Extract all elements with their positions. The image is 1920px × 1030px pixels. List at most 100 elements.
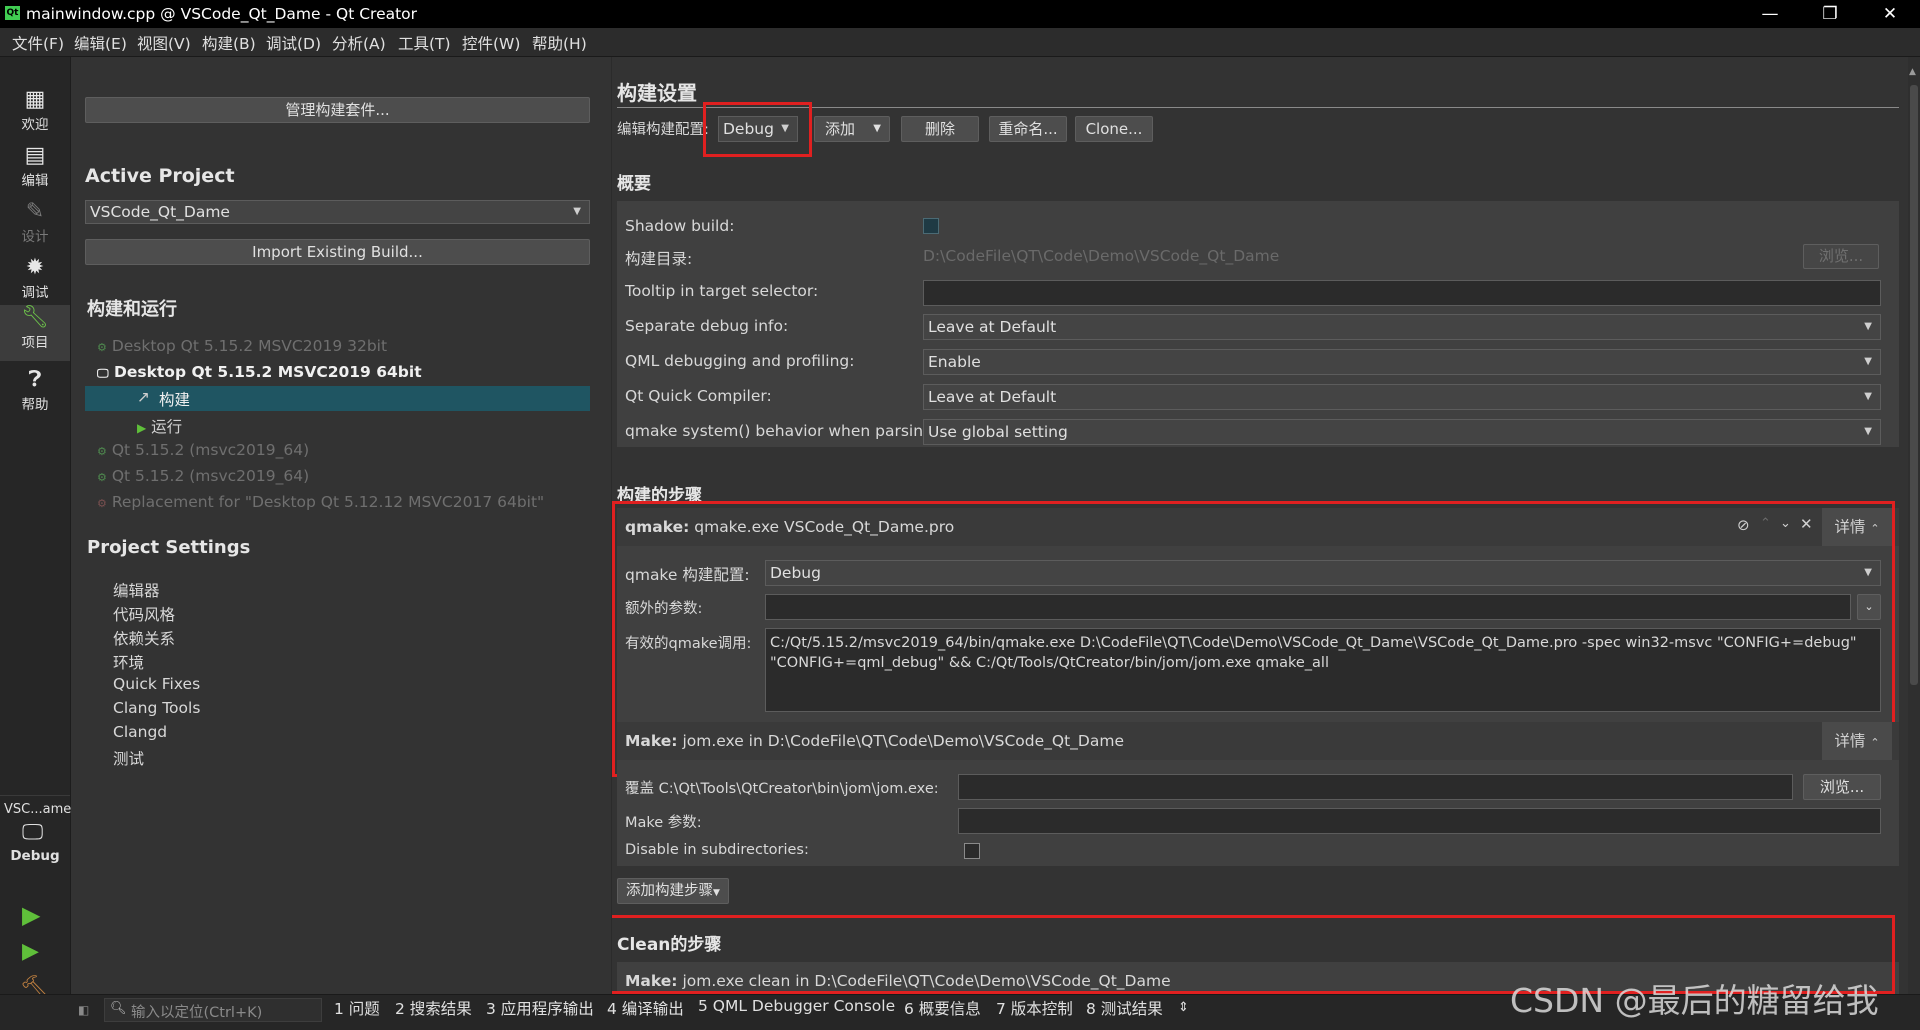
quick-compiler-label: Qt Quick Compiler: [625, 387, 772, 405]
menu-build[interactable]: 构建(B) [202, 32, 256, 54]
settings-item-quick-fixes[interactable]: Quick Fixes [113, 675, 200, 693]
qml-debug-combo[interactable]: Enable ▼ [923, 349, 1881, 375]
chevron-down-icon: ▼ [573, 206, 581, 217]
menu-help[interactable]: 帮助(H) [532, 32, 587, 54]
make-args-input[interactable] [958, 808, 1881, 834]
active-project-combo[interactable]: VSCode_Qt_Dame ▼ [85, 200, 590, 224]
settings-item-environment[interactable]: 环境 [113, 651, 144, 673]
kit-item[interactable]: ⚙︎ Replacement for "Desktop Qt 5.12.12 M… [97, 493, 544, 511]
build-dir-value: D:\CodeFile\QT\Code\Demo\VSCode_Qt_Dame [923, 247, 1280, 265]
settings-item-clangd[interactable]: Clangd [113, 723, 167, 741]
mode-debug[interactable]: ✹ 调试 [0, 255, 70, 309]
shadow-build-label: Shadow build: [625, 217, 735, 235]
make-step-summary: Make: jom.exe in D:\CodeFile\QT\Code\Dem… [625, 732, 1124, 750]
menu-controls[interactable]: 控件(W) [462, 32, 520, 54]
build-item-selected[interactable]: ↗ 构建 [85, 386, 590, 411]
mode-help[interactable]: ❓︎ 帮助 [0, 367, 70, 421]
details-label: 详情 [1834, 732, 1866, 750]
output-tab-general-messages[interactable]: 6 概要信息 [904, 997, 981, 1019]
more-tabs-icon[interactable]: ⇕ [1178, 1000, 1189, 1015]
kit-item[interactable]: ⚙︎ Qt 5.15.2 (msvc2019_64) [97, 467, 309, 485]
step-command-label: jom.exe in D:\CodeFile\QT\Code\Demo\VSCo… [682, 732, 1124, 750]
clone-config-button[interactable]: Clone... [1075, 116, 1153, 142]
settings-item-testing[interactable]: 测试 [113, 747, 144, 769]
kit-item[interactable]: ⚙︎ Desktop Qt 5.15.2 MSVC2019 32bit [97, 337, 387, 355]
menu-tools[interactable]: 工具(T) [398, 32, 451, 54]
add-config-button[interactable]: 添加 ▼ [814, 116, 890, 142]
mode-welcome[interactable]: ▦ 欢迎 [0, 87, 70, 141]
settings-item-editor[interactable]: 编辑器 [113, 579, 160, 601]
output-tab-application-output[interactable]: 3 应用程序输出 [486, 997, 594, 1019]
kit-gear-icon: ⚙︎ [97, 341, 107, 354]
menu-edit[interactable]: 编辑(E) [74, 32, 127, 54]
add-build-step-button[interactable]: 添加构建步骤▼ [617, 878, 729, 904]
add-build-step-label: 添加构建步骤 [626, 883, 714, 899]
remove-config-button[interactable]: 删除 [901, 116, 979, 142]
quick-compiler-combo[interactable]: Leave at Default ▼ [923, 384, 1881, 410]
settings-item-clang-tools[interactable]: Clang Tools [113, 699, 200, 717]
output-tab-qml-debugger[interactable]: 5 QML Debugger Console [698, 997, 895, 1015]
import-existing-build-button[interactable]: Import Existing Build... [85, 239, 590, 265]
output-tab-test-results[interactable]: 8 测试结果 [1086, 997, 1163, 1019]
menu-view[interactable]: 视图(V) [137, 32, 191, 54]
mode-edit[interactable]: ▤ 编辑 [0, 143, 70, 197]
chevron-down-icon: ▼ [1864, 391, 1872, 402]
qt-logo-icon: Qt [5, 6, 20, 20]
build-settings-panel: 构建设置 编辑构建配置: Debug ▼ 添加 ▼ 删除 重命名... Clon… [612, 57, 1908, 994]
toggle-sidebar-icon[interactable]: ◧ [78, 1003, 89, 1017]
monitor-icon: 🖵︎ [97, 366, 109, 380]
kit-item-active[interactable]: 🖵︎ Desktop Qt 5.15.2 MSVC2019 64bit [97, 363, 422, 381]
mode-projects[interactable]: 🔧︎ 项目 [0, 305, 70, 361]
menu-file[interactable]: 文件(F) [12, 32, 64, 54]
qml-debug-label: QML debugging and profiling: [625, 352, 855, 370]
menu-analyze[interactable]: 分析(A) [332, 32, 386, 54]
details-toggle[interactable]: 详情 ⌃ [1822, 722, 1892, 760]
scrollbar-thumb[interactable] [1910, 85, 1918, 685]
settings-item-code-style[interactable]: 代码风格 [113, 603, 175, 625]
browse-button[interactable]: 浏览... [1803, 774, 1881, 800]
tooltip-input[interactable] [923, 280, 1881, 306]
document-icon: ▤ [24, 143, 46, 168]
shadow-build-checkbox[interactable] [923, 218, 939, 234]
run-item[interactable]: ▶ 运行 [137, 415, 182, 437]
make-step: Make: jom.exe in D:\CodeFile\QT\Code\Dem… [617, 722, 1899, 866]
mode-design[interactable]: ✎ 设计 [0, 199, 70, 253]
locator-placeholder: 输入以定位(Ctrl+K) [131, 1005, 263, 1021]
add-config-label: 添加 [825, 120, 856, 138]
make-args-label: Make 参数: [625, 815, 702, 831]
quick-compiler-value: Leave at Default [928, 388, 1057, 406]
output-tab-issues[interactable]: 1 问题 [334, 997, 380, 1019]
kit-project-name: VSC...ame [4, 802, 72, 817]
locator-input[interactable]: 🔍︎ 输入以定位(Ctrl+K) [104, 998, 322, 1022]
restore-button[interactable]: ❐ [1800, 0, 1860, 28]
output-tab-version-control[interactable]: 7 版本控制 [996, 997, 1073, 1019]
minimize-button[interactable]: — [1740, 0, 1800, 28]
vertical-scrollbar[interactable]: ▲ [1908, 57, 1920, 994]
output-tab-compile-output[interactable]: 4 编译输出 [607, 997, 684, 1019]
rename-config-button[interactable]: 重命名... [989, 116, 1067, 142]
settings-item-dependencies[interactable]: 依赖关系 [113, 627, 175, 649]
run-item-label: 运行 [151, 418, 183, 436]
separate-debug-combo[interactable]: Leave at Default ▼ [923, 314, 1881, 340]
kit-item[interactable]: ⚙︎ Qt 5.15.2 (msvc2019_64) [97, 441, 309, 459]
menu-debug[interactable]: 调试(D) [266, 32, 321, 54]
kit-label: Qt 5.15.2 (msvc2019_64) [111, 441, 310, 459]
general-heading: 概要 [617, 174, 651, 194]
output-tab-search-results[interactable]: 2 搜索结果 [395, 997, 472, 1019]
override-make-input[interactable] [958, 774, 1793, 800]
window-title: mainwindow.cpp @ VSCode_Qt_Dame - Qt Cre… [26, 5, 418, 23]
manage-kits-button[interactable]: 管理构建套件... [85, 97, 590, 123]
scroll-up-icon[interactable]: ▲ [1909, 67, 1916, 77]
disable-subdirs-checkbox[interactable] [964, 843, 980, 859]
build-and-run-heading: 构建和运行 [87, 299, 177, 320]
override-make-label: 覆盖 C:\Qt\Tools\QtCreator\bin\jom\jom.exe… [625, 781, 939, 797]
watermark: CSDN @最后的糖留给我 [1510, 981, 1879, 1020]
qmake-system-combo[interactable]: Use global setting ▼ [923, 419, 1881, 445]
debug-run-icon[interactable]: ▶ [22, 939, 39, 964]
browse-button-disabled[interactable]: 浏览... [1803, 244, 1879, 269]
close-button[interactable]: ✕ [1860, 0, 1920, 28]
run-icon[interactable]: ▶ [22, 901, 40, 929]
kit-selector[interactable]: VSC...ame 🖵︎ Debug [0, 795, 72, 866]
make-step-header[interactable]: Make: jom.exe in D:\CodeFile\QT\Code\Dem… [617, 722, 1899, 760]
pencil-icon: ✎ [25, 199, 45, 224]
